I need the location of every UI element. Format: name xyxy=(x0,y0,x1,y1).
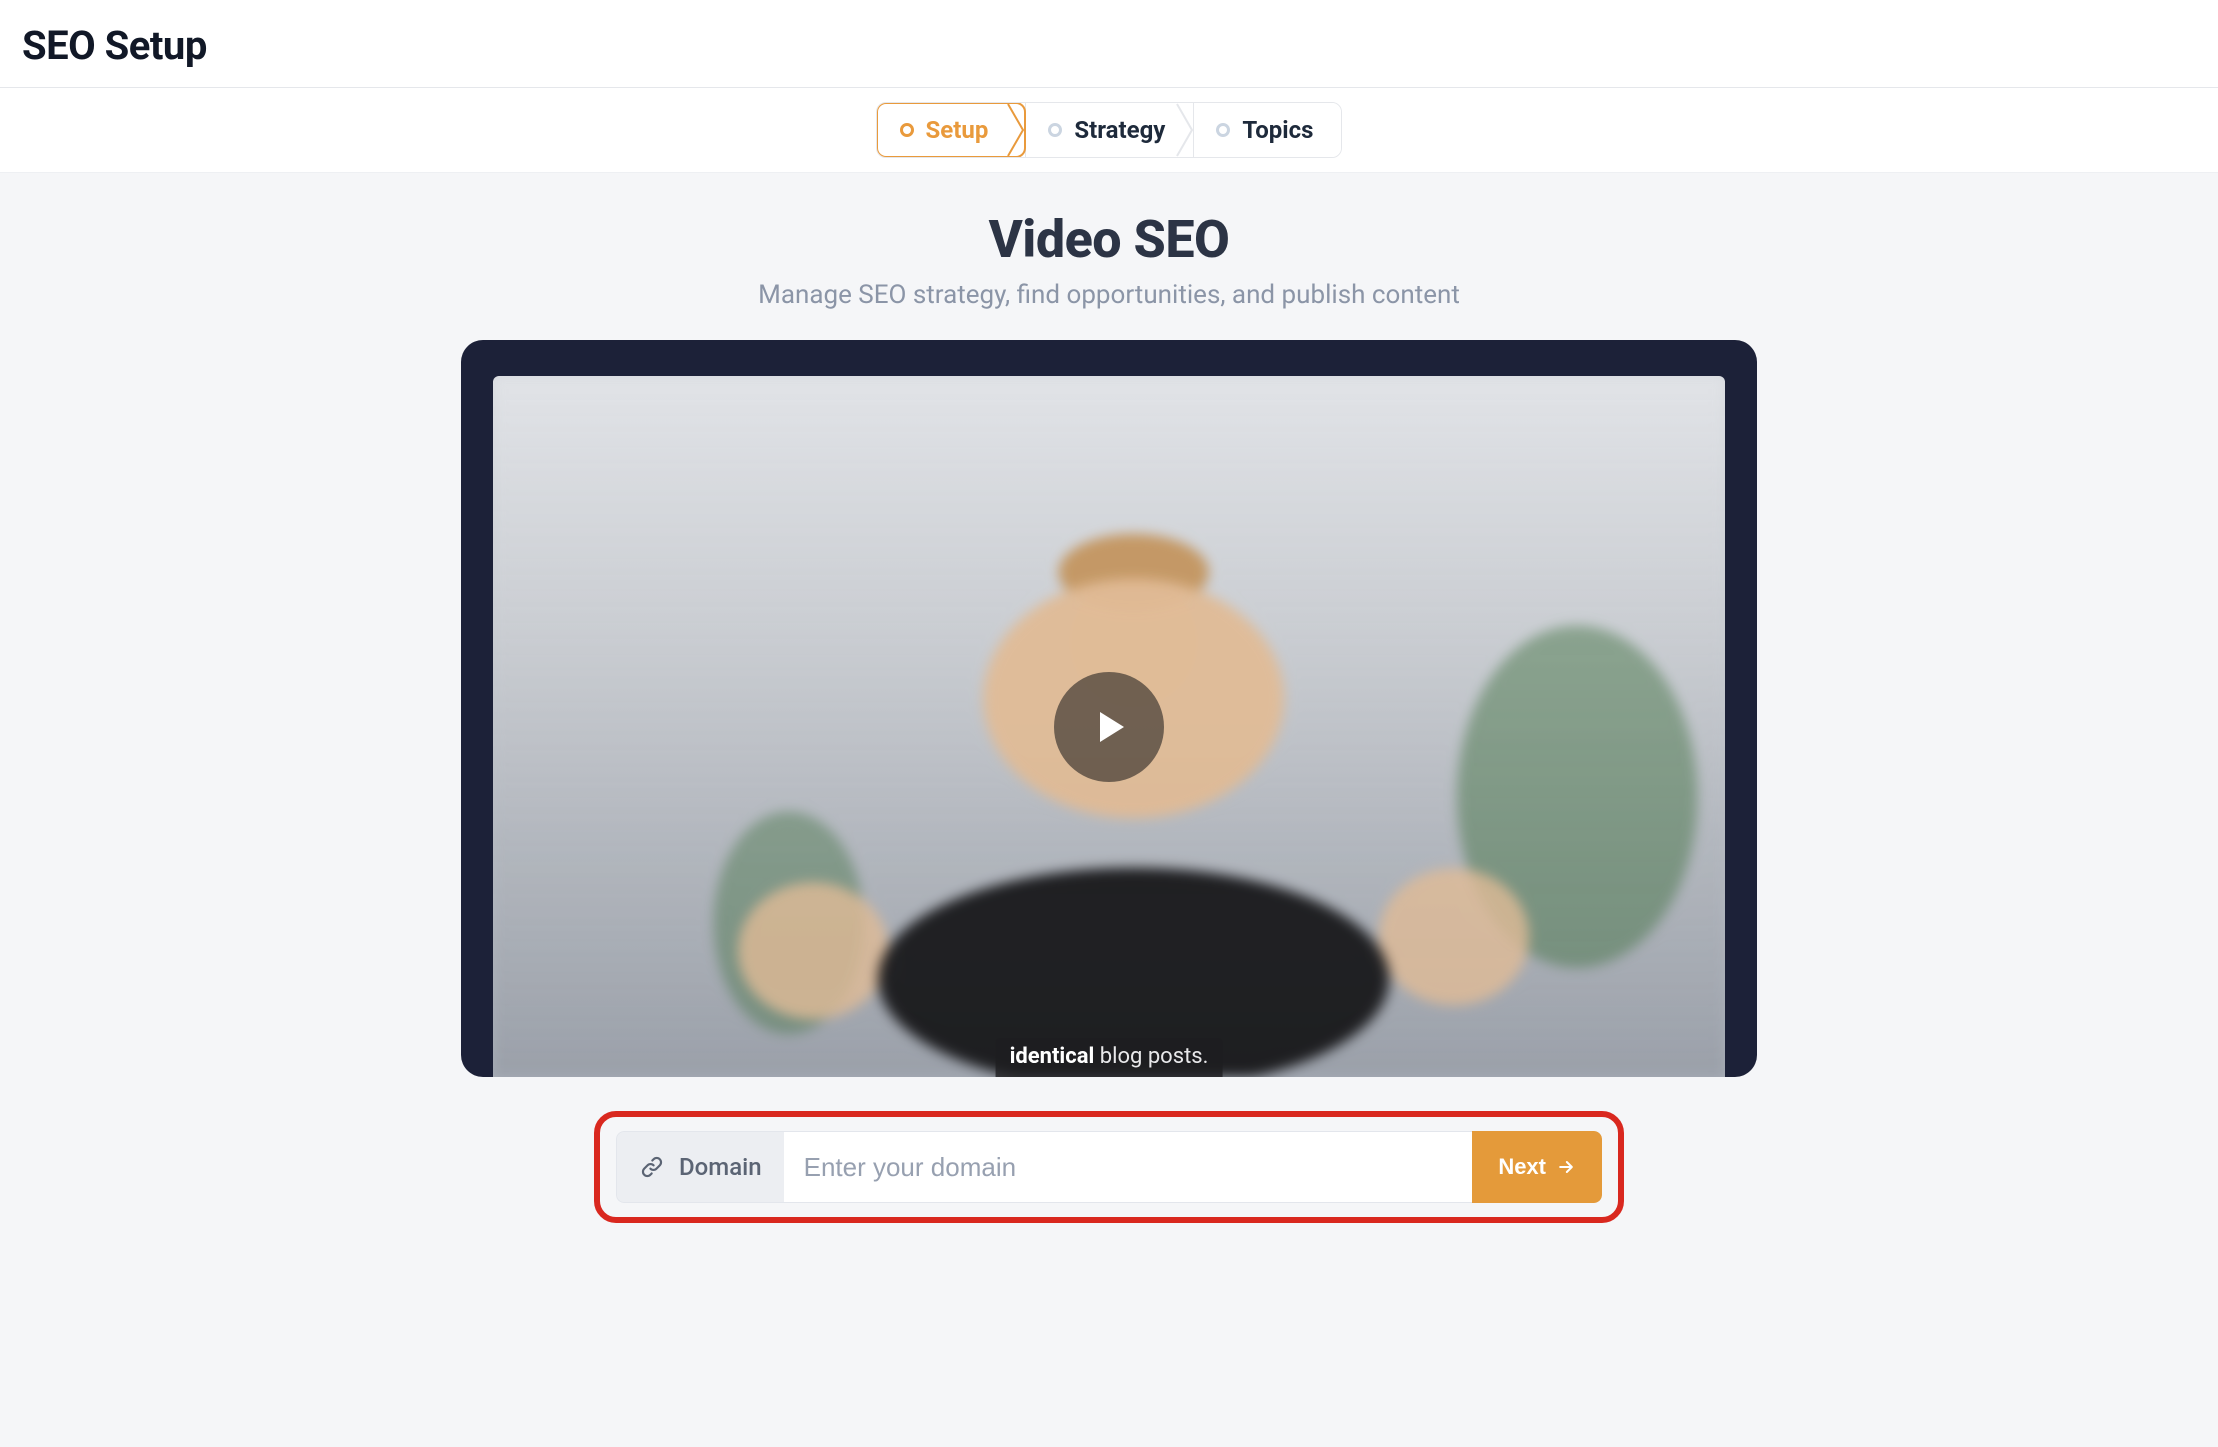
wizard-step-label: Strategy xyxy=(1074,116,1165,144)
next-button[interactable]: Next xyxy=(1472,1131,1602,1203)
wizard-bar: Setup Strategy Topics xyxy=(0,88,2218,173)
wizard-step-topics[interactable]: Topics xyxy=(1193,103,1341,157)
hero-title: Video SEO xyxy=(0,209,2218,270)
main-content: Video SEO Manage SEO strategy, find oppo… xyxy=(0,173,2218,1447)
domain-input-row: Domain Next xyxy=(616,1131,1602,1203)
step-bullet-icon xyxy=(1216,123,1230,137)
chevron-right-icon xyxy=(1176,102,1194,158)
next-button-label: Next xyxy=(1498,1154,1546,1180)
wizard-step-strategy[interactable]: Strategy xyxy=(1025,103,1193,157)
video-card: identical blog posts. xyxy=(461,340,1757,1077)
page-title: SEO Setup xyxy=(22,22,2196,69)
wizard-step-setup[interactable]: Setup xyxy=(876,102,1027,158)
page-header: SEO Setup xyxy=(0,0,2218,88)
video-caption-rest: blog posts. xyxy=(1094,1044,1208,1069)
wizard-step-label: Topics xyxy=(1242,116,1313,144)
step-bullet-icon xyxy=(1048,123,1062,137)
wizard-steps: Setup Strategy Topics xyxy=(876,102,1343,158)
play-icon xyxy=(1088,706,1130,748)
domain-prefix-label: Domain xyxy=(679,1153,762,1181)
video-caption: identical blog posts. xyxy=(996,1038,1223,1077)
wizard-step-label: Setup xyxy=(926,116,989,144)
chevron-right-icon xyxy=(1007,102,1025,158)
play-button[interactable] xyxy=(1054,672,1164,782)
link-icon xyxy=(639,1154,665,1180)
hero: Video SEO Manage SEO strategy, find oppo… xyxy=(0,209,2218,310)
domain-highlight-box: Domain Next xyxy=(594,1111,1624,1223)
domain-input[interactable] xyxy=(784,1131,1473,1203)
video-caption-strong: identical xyxy=(1010,1044,1095,1069)
arrow-right-icon xyxy=(1556,1157,1576,1177)
video-thumbnail[interactable]: identical blog posts. xyxy=(493,376,1725,1077)
domain-prefix: Domain xyxy=(616,1131,784,1203)
hero-subtitle: Manage SEO strategy, find opportunities,… xyxy=(0,280,2218,310)
step-bullet-icon xyxy=(900,123,914,137)
